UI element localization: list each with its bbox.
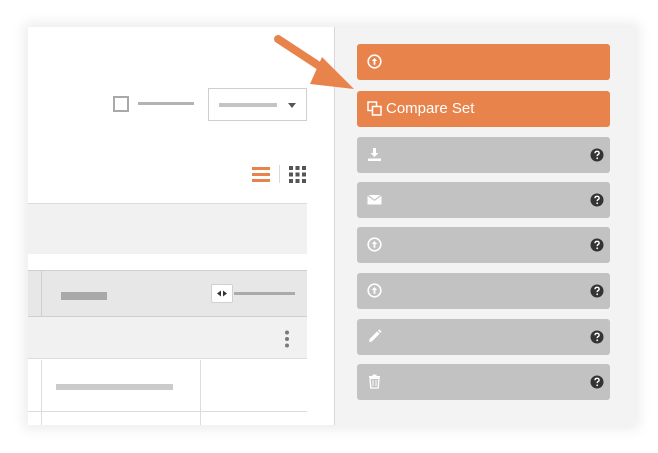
help-icon[interactable] <box>590 330 604 344</box>
table-row <box>28 360 307 425</box>
grid-view-icon[interactable] <box>289 166 306 183</box>
table-group-row <box>28 317 307 359</box>
delete-button[interactable] <box>357 364 610 400</box>
cell-divider <box>41 360 42 425</box>
caret-down-icon <box>288 103 296 108</box>
help-icon[interactable] <box>590 375 604 389</box>
table-header-band <box>28 203 307 254</box>
download-button[interactable] <box>357 137 610 173</box>
dropdown-value-placeholder <box>219 103 277 107</box>
envelope-icon <box>367 194 382 205</box>
upload-circle-icon <box>367 283 382 298</box>
help-icon[interactable] <box>590 148 604 162</box>
help-icon[interactable] <box>590 238 604 252</box>
column-width-slider[interactable] <box>234 292 295 295</box>
column-divider <box>41 271 42 316</box>
kebab-menu-icon[interactable] <box>284 330 290 348</box>
callout-arrow-icon <box>274 35 354 89</box>
compare-set-button[interactable]: Compare Set <box>357 91 610 127</box>
publish-button[interactable] <box>357 273 610 309</box>
upload-revision-button[interactable] <box>357 227 610 263</box>
compare-set-label: Compare Set <box>386 100 475 117</box>
column-title-placeholder <box>61 292 107 300</box>
list-view-icon[interactable] <box>252 166 270 182</box>
edit-button[interactable] <box>357 319 610 355</box>
upload-button[interactable] <box>357 44 610 80</box>
compare-icon <box>367 101 382 116</box>
column-header-row <box>28 270 307 317</box>
column-resize-handle[interactable] <box>211 284 233 303</box>
download-icon <box>368 148 381 161</box>
cell-divider <box>200 360 201 425</box>
help-icon[interactable] <box>590 284 604 298</box>
cell-value-placeholder <box>56 384 173 390</box>
row-divider <box>28 411 307 412</box>
actions-sidebar: Compare Set <box>335 27 635 425</box>
resize-arrows-icon <box>217 290 227 297</box>
help-icon[interactable] <box>590 193 604 207</box>
pencil-icon <box>369 329 382 342</box>
trash-icon <box>369 374 380 389</box>
select-all-label-placeholder <box>138 102 194 105</box>
upload-circle-icon <box>367 54 382 69</box>
email-button[interactable] <box>357 182 610 218</box>
upload-circle-icon <box>367 237 382 252</box>
view-toggle-divider <box>279 165 280 183</box>
select-all-checkbox[interactable] <box>113 96 129 112</box>
